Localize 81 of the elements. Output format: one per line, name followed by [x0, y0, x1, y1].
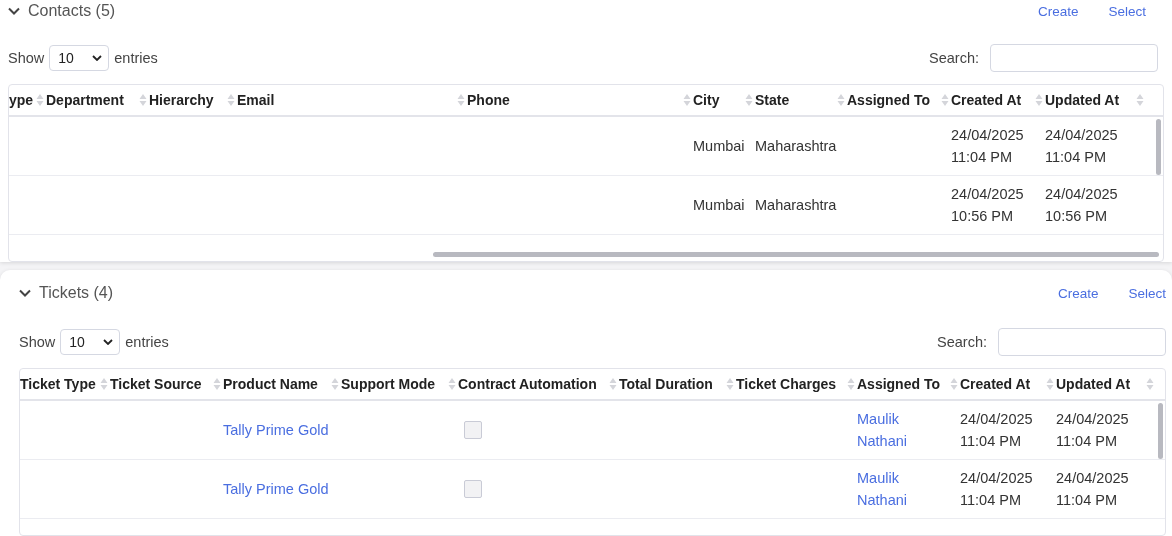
caret-icon: [92, 55, 103, 61]
column-header[interactable]: Assigned To: [857, 376, 940, 392]
column-header[interactable]: Contract Automation: [458, 376, 597, 392]
sort-icon[interactable]: [227, 93, 235, 107]
sort-icon[interactable]: [609, 377, 617, 391]
column-header[interactable]: Phone: [467, 92, 510, 108]
column-header[interactable]: Hierarchy: [149, 92, 214, 108]
column-header[interactable]: ype: [9, 92, 34, 108]
page-size-select[interactable]: 10: [60, 329, 121, 355]
section-action-link[interactable]: Create: [1037, 3, 1079, 19]
section-action-link[interactable]: Select: [1128, 285, 1166, 301]
vertical-scrollbar[interactable]: [1158, 403, 1163, 459]
column-header[interactable]: Ticket Charges: [736, 376, 837, 392]
column-header[interactable]: State: [755, 92, 790, 108]
table-link[interactable]: Maulik Nathani: [857, 408, 927, 452]
column-header[interactable]: Created At: [951, 92, 1022, 108]
entries-label: entries: [125, 334, 169, 350]
table-cell-text: 24/04/2025 11:04 PM: [951, 126, 1025, 167]
section-action-link[interactable]: Select: [1108, 3, 1146, 19]
column-header[interactable]: Updated At: [1045, 92, 1120, 108]
table-cell-text: Maharashtra: [755, 137, 837, 156]
column-header[interactable]: Updated At: [1056, 376, 1131, 392]
sort-icon[interactable]: [448, 377, 456, 391]
table-cell-text: Mumbai: [693, 196, 745, 215]
checkbox[interactable]: [464, 421, 482, 439]
sort-icon[interactable]: [950, 377, 958, 391]
sort-icon[interactable]: [941, 93, 949, 107]
search-field[interactable]: [998, 328, 1166, 356]
table-link[interactable]: Tally Prime Gold: [223, 419, 329, 441]
sort-icon[interactable]: [36, 93, 44, 107]
sort-icon[interactable]: [457, 93, 465, 107]
column-header[interactable]: Assigned To: [847, 92, 930, 108]
show-label: Show: [19, 334, 56, 350]
table-cell-text: 24/04/2025 11:04 PM: [960, 410, 1034, 451]
column-header[interactable]: Created At: [960, 376, 1031, 392]
sort-icon[interactable]: [1136, 93, 1144, 107]
sort-icon[interactable]: [837, 93, 845, 107]
checkbox[interactable]: [464, 480, 482, 498]
column-header[interactable]: Email: [237, 92, 275, 108]
search-label: Search:: [929, 50, 979, 66]
sort-icon[interactable]: [331, 377, 339, 391]
column-header[interactable]: Total Duration: [619, 376, 713, 392]
sort-icon[interactable]: [683, 93, 691, 107]
sort-icon[interactable]: [139, 93, 147, 107]
caret-icon: [103, 339, 114, 345]
table-cell-text: 24/04/2025 11:04 PM: [1056, 410, 1130, 451]
column-header[interactable]: Support Mode: [341, 376, 436, 392]
table-cell-text: 24/04/2025 11:04 PM: [1056, 469, 1130, 510]
table-link[interactable]: Tally Prime Gold: [223, 478, 329, 500]
sort-icon[interactable]: [1146, 377, 1154, 391]
table-cell-text: Maharashtra: [755, 196, 837, 215]
search-field[interactable]: [990, 44, 1158, 72]
sort-icon[interactable]: [213, 377, 221, 391]
column-header[interactable]: Ticket Source: [110, 376, 202, 392]
sort-icon[interactable]: [1046, 377, 1054, 391]
table-cell-text: 24/04/2025 11:04 PM: [1045, 126, 1119, 167]
chevron-down-icon[interactable]: [19, 287, 31, 299]
column-header[interactable]: City: [693, 92, 720, 108]
page-size-select[interactable]: 10: [49, 45, 110, 71]
section-action-link[interactable]: Create: [1057, 285, 1099, 301]
chevron-down-icon[interactable]: [8, 5, 20, 17]
table-cell-text: 24/04/2025 10:56 PM: [951, 185, 1025, 226]
table-cell-text: 24/04/2025 11:04 PM: [960, 469, 1034, 510]
horizontal-scrollbar[interactable]: [433, 252, 1159, 257]
sort-icon[interactable]: [726, 377, 734, 391]
column-header[interactable]: Ticket Type: [20, 376, 96, 392]
sort-icon[interactable]: [745, 93, 753, 107]
table-link[interactable]: Maulik Nathani: [857, 467, 927, 511]
show-label: Show: [8, 50, 45, 66]
section-title: Tickets (4): [39, 284, 114, 302]
sort-icon[interactable]: [847, 377, 855, 391]
entries-label: entries: [114, 50, 158, 66]
sort-icon[interactable]: [1035, 93, 1043, 107]
table-cell-text: 24/04/2025 10:56 PM: [1045, 185, 1119, 226]
column-header[interactable]: Product Name: [223, 376, 318, 392]
table-cell-text: Mumbai: [693, 137, 745, 156]
section-title: Contacts (5): [28, 2, 116, 20]
vertical-scrollbar[interactable]: [1156, 119, 1161, 175]
sort-icon[interactable]: [100, 377, 108, 391]
search-label: Search:: [937, 334, 987, 350]
column-header[interactable]: Department: [46, 92, 124, 108]
